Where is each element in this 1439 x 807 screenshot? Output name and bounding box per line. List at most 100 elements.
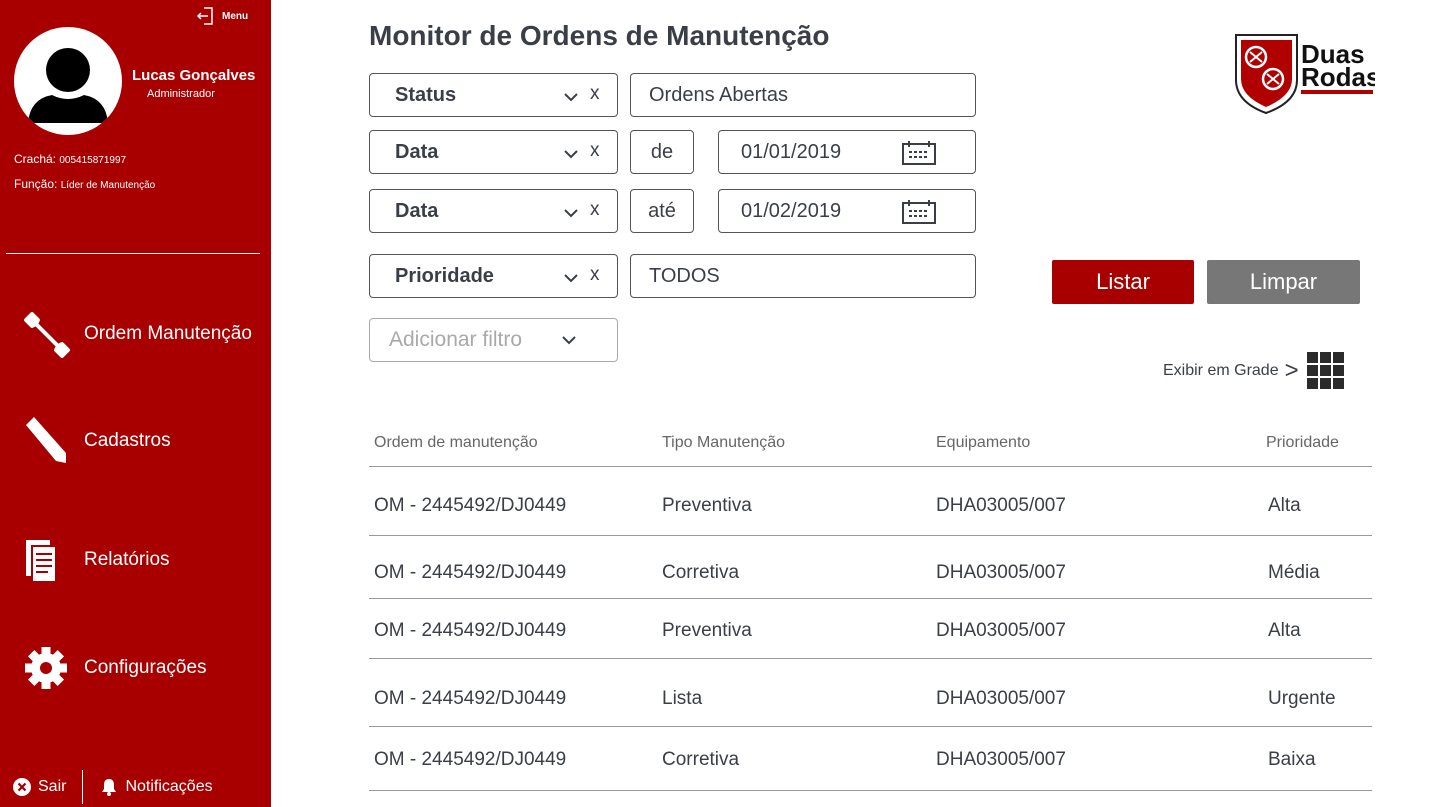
- nav-label: Cadastros: [84, 430, 171, 451]
- badge-label: Crachá:: [14, 152, 57, 166]
- sidebar-divider: [6, 253, 260, 254]
- cell-ordem: OM - 2445492/DJ0449: [374, 495, 567, 516]
- menu-label: Menu: [222, 10, 249, 22]
- report-icon: [26, 540, 57, 583]
- table-divider: [369, 598, 1372, 599]
- cell-prioridade: Alta: [1268, 495, 1301, 516]
- nav-item-relatorios[interactable]: Relatórios: [18, 532, 268, 588]
- function-info: Função: Líder de Manutenção: [14, 177, 155, 191]
- duas-rodas-logo: Duas Rodas: [1233, 32, 1380, 116]
- chevron-down-icon: [564, 150, 578, 159]
- notifications-button[interactable]: Notificações: [99, 777, 213, 797]
- nav-label: Configurações: [84, 657, 207, 678]
- function-label: Função:: [14, 177, 58, 191]
- chevron-down-icon: [564, 274, 578, 283]
- priority-filter-label: Prioridade: [395, 264, 494, 287]
- logo-text-bottom: Rodas: [1301, 62, 1375, 92]
- priority-filter-select[interactable]: Prioridade x: [369, 254, 618, 298]
- status-filter-clear[interactable]: x: [590, 83, 600, 105]
- grid-view-label: Exibir em Grade: [1163, 362, 1279, 379]
- date-from-filter-clear[interactable]: x: [590, 140, 600, 162]
- nav-item-ordem-manutencao[interactable]: Ordem Manutenção: [18, 306, 268, 362]
- table-divider: [369, 658, 1372, 659]
- grid-view-arrow: >: [1284, 357, 1299, 384]
- calendar-icon[interactable]: [901, 199, 937, 225]
- table-divider: [369, 466, 1372, 467]
- cell-ordem: OM - 2445492/DJ0449: [374, 620, 567, 641]
- date-from-value: 01/01/2019: [741, 140, 842, 163]
- date-to-filter-select[interactable]: Data x: [369, 189, 618, 233]
- gear-icon: [25, 647, 67, 689]
- nav-label: Relatórios: [84, 549, 170, 570]
- date-from-input[interactable]: 01/01/2019: [718, 130, 976, 174]
- date-from-filter-select[interactable]: Data x: [369, 130, 618, 174]
- status-filter-value[interactable]: Ordens Abertas: [630, 73, 976, 117]
- notifications-label: Notificações: [125, 777, 213, 795]
- pencil-icon: [26, 417, 66, 463]
- bottom-separator: [82, 769, 84, 804]
- menu-collapse-icon: [196, 7, 213, 25]
- menu-toggle[interactable]: Menu: [196, 6, 248, 26]
- cell-prioridade: Média: [1268, 562, 1320, 583]
- date-from-connector: de: [630, 130, 694, 174]
- sidebar-bottom-bar: Sair Notificações: [0, 766, 271, 807]
- logout-button[interactable]: Sair: [12, 777, 66, 797]
- status-filter-label: Status: [395, 83, 457, 106]
- date-to-input[interactable]: 01/02/2019: [718, 189, 976, 233]
- table-header-prioridade[interactable]: Prioridade: [1266, 434, 1339, 452]
- add-filter-placeholder: Adicionar filtro: [389, 328, 523, 351]
- sidebar: Menu Lucas Gonçalves Administrador Crach…: [0, 0, 271, 807]
- calendar-icon[interactable]: [901, 140, 937, 166]
- grid-icon: [1306, 352, 1344, 389]
- nav-label: Ordem Manutenção: [84, 323, 252, 344]
- bell-icon: [102, 778, 117, 796]
- chevron-down-icon: [564, 93, 578, 102]
- date-from-filter-label: Data: [395, 140, 439, 163]
- status-filter-select[interactable]: Status x: [369, 73, 618, 117]
- date-to-filter-label: Data: [395, 199, 439, 222]
- function-value: Líder de Manutenção: [60, 180, 156, 191]
- cell-equipamento: DHA03005/007: [936, 620, 1066, 641]
- cell-equipamento: DHA03005/007: [936, 749, 1066, 770]
- date-to-filter-clear[interactable]: x: [590, 199, 600, 221]
- cell-tipo: Corretiva: [662, 749, 740, 770]
- user-role: Administrador: [147, 88, 215, 100]
- cell-ordem: OM - 2445492/DJ0449: [374, 749, 567, 770]
- cell-ordem: OM - 2445492/DJ0449: [374, 562, 567, 583]
- table-divider: [369, 535, 1372, 536]
- table-divider: [369, 790, 1372, 791]
- logo-shield-icon: Duas Rodas: [1235, 34, 1380, 115]
- cell-prioridade: Alta: [1268, 620, 1301, 641]
- clear-button[interactable]: Limpar: [1207, 260, 1360, 304]
- cell-equipamento: DHA03005/007: [936, 495, 1066, 516]
- badge-info: Crachá: 005415871997: [14, 152, 126, 166]
- avatar: [14, 27, 122, 135]
- cell-tipo: Preventiva: [662, 620, 752, 641]
- chevron-down-icon: [562, 336, 576, 345]
- wrench-icon: [24, 312, 70, 358]
- priority-filter-value[interactable]: TODOS: [630, 254, 976, 298]
- chevron-down-icon: [564, 209, 578, 218]
- list-button[interactable]: Listar: [1052, 260, 1194, 304]
- cell-equipamento: DHA03005/007: [936, 688, 1066, 709]
- cell-prioridade: Urgente: [1268, 688, 1336, 709]
- user-name: Lucas Gonçalves: [132, 67, 256, 84]
- table-divider: [369, 726, 1372, 727]
- cell-tipo: Corretiva: [662, 562, 740, 583]
- table-header-ordem[interactable]: Ordem de manutenção: [374, 434, 538, 452]
- nav-item-cadastros[interactable]: Cadastros: [18, 413, 268, 469]
- close-circle-icon: [13, 777, 31, 796]
- cell-tipo: Preventiva: [662, 495, 752, 516]
- date-to-connector: até: [630, 189, 694, 233]
- cell-prioridade: Baixa: [1268, 749, 1316, 770]
- nav-item-configuracoes[interactable]: Configurações: [18, 640, 268, 696]
- priority-filter-clear[interactable]: x: [590, 264, 600, 286]
- user-silhouette-icon: [28, 48, 108, 123]
- badge-value: 005415871997: [59, 155, 127, 166]
- add-filter-select[interactable]: Adicionar filtro: [369, 318, 618, 362]
- cell-equipamento: DHA03005/007: [936, 562, 1066, 583]
- cell-ordem: OM - 2445492/DJ0449: [374, 688, 567, 709]
- table-header-equipamento[interactable]: Equipamento: [936, 434, 1030, 452]
- table-header-tipo[interactable]: Tipo Manutenção: [662, 434, 785, 452]
- grid-view-toggle[interactable]: Exibir em Grade >: [1163, 352, 1345, 390]
